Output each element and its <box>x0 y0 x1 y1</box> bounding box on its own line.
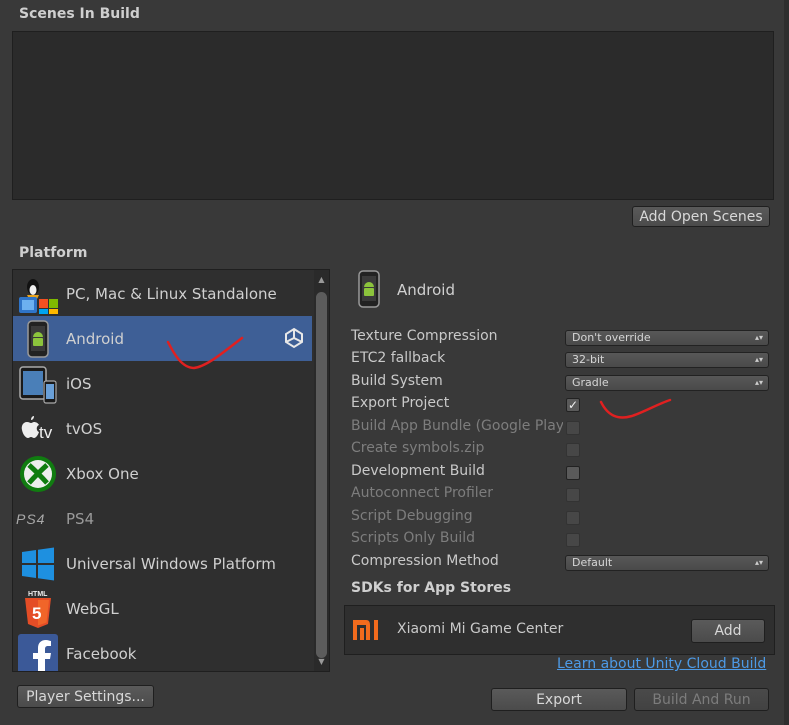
sdks-header: SDKs for App Stores <box>351 580 512 596</box>
selected-platform-icon <box>354 270 384 312</box>
platform-item-webgl[interactable]: HTML 5 WebGL <box>13 586 312 631</box>
dropdown-value: Default <box>572 556 613 569</box>
platform-label: PS4 <box>66 509 95 528</box>
platform-label: Universal Windows Platform <box>66 554 276 573</box>
compression-method-dropdown[interactable]: Default ▴▾ <box>565 555 769 571</box>
platform-label: PC, Mac & Linux Standalone <box>66 284 277 303</box>
sdk-list: Xiaomi Mi Game Center Add <box>344 605 775 655</box>
dropdown-value: Gradle <box>572 376 609 389</box>
texture-compression-dropdown[interactable]: Don't override ▴▾ <box>565 330 769 346</box>
autoconnect-profiler-label: Autoconnect Profiler <box>351 485 494 501</box>
ps4-logo-icon: PS4 <box>16 497 60 541</box>
platform-item-tvos[interactable]: tv tvOS <box>13 406 312 451</box>
platform-item-pc-standalone[interactable]: PC, Mac & Linux Standalone <box>13 271 312 316</box>
scroll-up-arrow-icon[interactable]: ▲ <box>316 274 327 285</box>
red-annotation-mark <box>166 336 244 370</box>
export-project-label: Export Project <box>351 395 450 411</box>
platform-label: iOS <box>66 374 92 393</box>
development-build-checkbox[interactable] <box>566 466 580 480</box>
xiaomi-logo-icon <box>352 617 384 643</box>
scenes-in-build-header: Scenes In Build <box>19 6 140 22</box>
updown-arrow-icon: ▴▾ <box>754 355 763 364</box>
create-symbols-checkbox[interactable] <box>566 443 580 457</box>
etc2-fallback-label: ETC2 fallback <box>351 350 446 366</box>
windows-icon <box>16 542 60 586</box>
platform-label: WebGL <box>66 599 119 618</box>
ios-devices-icon <box>16 362 60 406</box>
scenes-list[interactable] <box>12 31 774 200</box>
updown-arrow-icon: ▴▾ <box>754 558 763 567</box>
texture-compression-label: Texture Compression <box>351 328 498 344</box>
xbox-icon <box>16 452 60 496</box>
window-edge <box>784 0 789 725</box>
scripts-only-build-checkbox[interactable] <box>566 533 580 547</box>
scroll-down-arrow-icon[interactable]: ▼ <box>316 656 327 667</box>
platform-list-scrollbar[interactable]: ▲ ▼ <box>314 270 329 671</box>
dropdown-value: Don't override <box>572 331 651 344</box>
scrollbar-thumb[interactable] <box>316 292 327 658</box>
add-sdk-button[interactable]: Add <box>691 619 765 643</box>
unity-cloud-build-link[interactable]: Learn about Unity Cloud Build <box>557 656 766 672</box>
build-system-dropdown[interactable]: Gradle ▴▾ <box>565 375 769 391</box>
export-button[interactable]: Export <box>491 688 627 711</box>
platform-label: Xbox One <box>66 464 139 483</box>
sdk-name: Xiaomi Mi Game Center <box>397 621 564 637</box>
svg-text:HTML: HTML <box>28 591 48 598</box>
build-app-bundle-checkbox[interactable] <box>566 421 580 435</box>
build-system-label: Build System <box>351 373 443 389</box>
red-annotation-mark <box>599 398 672 419</box>
platform-item-uwp[interactable]: Universal Windows Platform <box>13 541 312 586</box>
selected-platform-title: Android <box>397 281 455 299</box>
script-debugging-checkbox[interactable] <box>566 511 580 525</box>
development-build-label: Development Build <box>351 463 485 479</box>
player-settings-button[interactable]: Player Settings... <box>17 685 154 708</box>
checkmark-icon: ✓ <box>567 398 579 412</box>
platform-label: Android <box>66 329 124 348</box>
platform-item-xbox-one[interactable]: Xbox One <box>13 451 312 496</box>
pc-standalone-icon <box>16 272 60 316</box>
build-app-bundle-label: Build App Bundle (Google Play <box>351 418 563 434</box>
svg-text:tv: tv <box>39 423 53 442</box>
android-phone-icon <box>16 317 60 361</box>
platform-header: Platform <box>19 245 88 261</box>
platform-item-facebook[interactable]: Facebook <box>13 631 312 671</box>
create-symbols-label: Create symbols.zip <box>351 440 485 456</box>
apple-tv-icon: tv <box>16 407 60 451</box>
compression-method-label: Compression Method <box>351 553 499 569</box>
svg-text:PS4: PS4 <box>16 511 45 527</box>
platform-label: tvOS <box>66 419 103 438</box>
autoconnect-profiler-checkbox[interactable] <box>566 488 580 502</box>
dropdown-value: 32-bit <box>572 353 605 366</box>
facebook-icon <box>16 632 60 671</box>
unity-active-platform-icon <box>283 327 305 353</box>
build-and-run-button[interactable]: Build And Run <box>634 688 769 711</box>
updown-arrow-icon: ▴▾ <box>754 378 763 387</box>
add-open-scenes-button[interactable]: Add Open Scenes <box>632 206 770 227</box>
updown-arrow-icon: ▴▾ <box>754 333 763 342</box>
etc2-fallback-dropdown[interactable]: 32-bit ▴▾ <box>565 352 769 368</box>
platform-label: Facebook <box>66 644 137 663</box>
export-project-checkbox[interactable]: ✓ <box>566 398 580 412</box>
svg-text:5: 5 <box>32 604 41 623</box>
platform-item-ps4[interactable]: PS4 PS4 <box>13 496 312 541</box>
html5-icon: HTML 5 <box>16 587 60 631</box>
script-debugging-label: Script Debugging <box>351 508 473 524</box>
scripts-only-build-label: Scripts Only Build <box>351 530 476 546</box>
